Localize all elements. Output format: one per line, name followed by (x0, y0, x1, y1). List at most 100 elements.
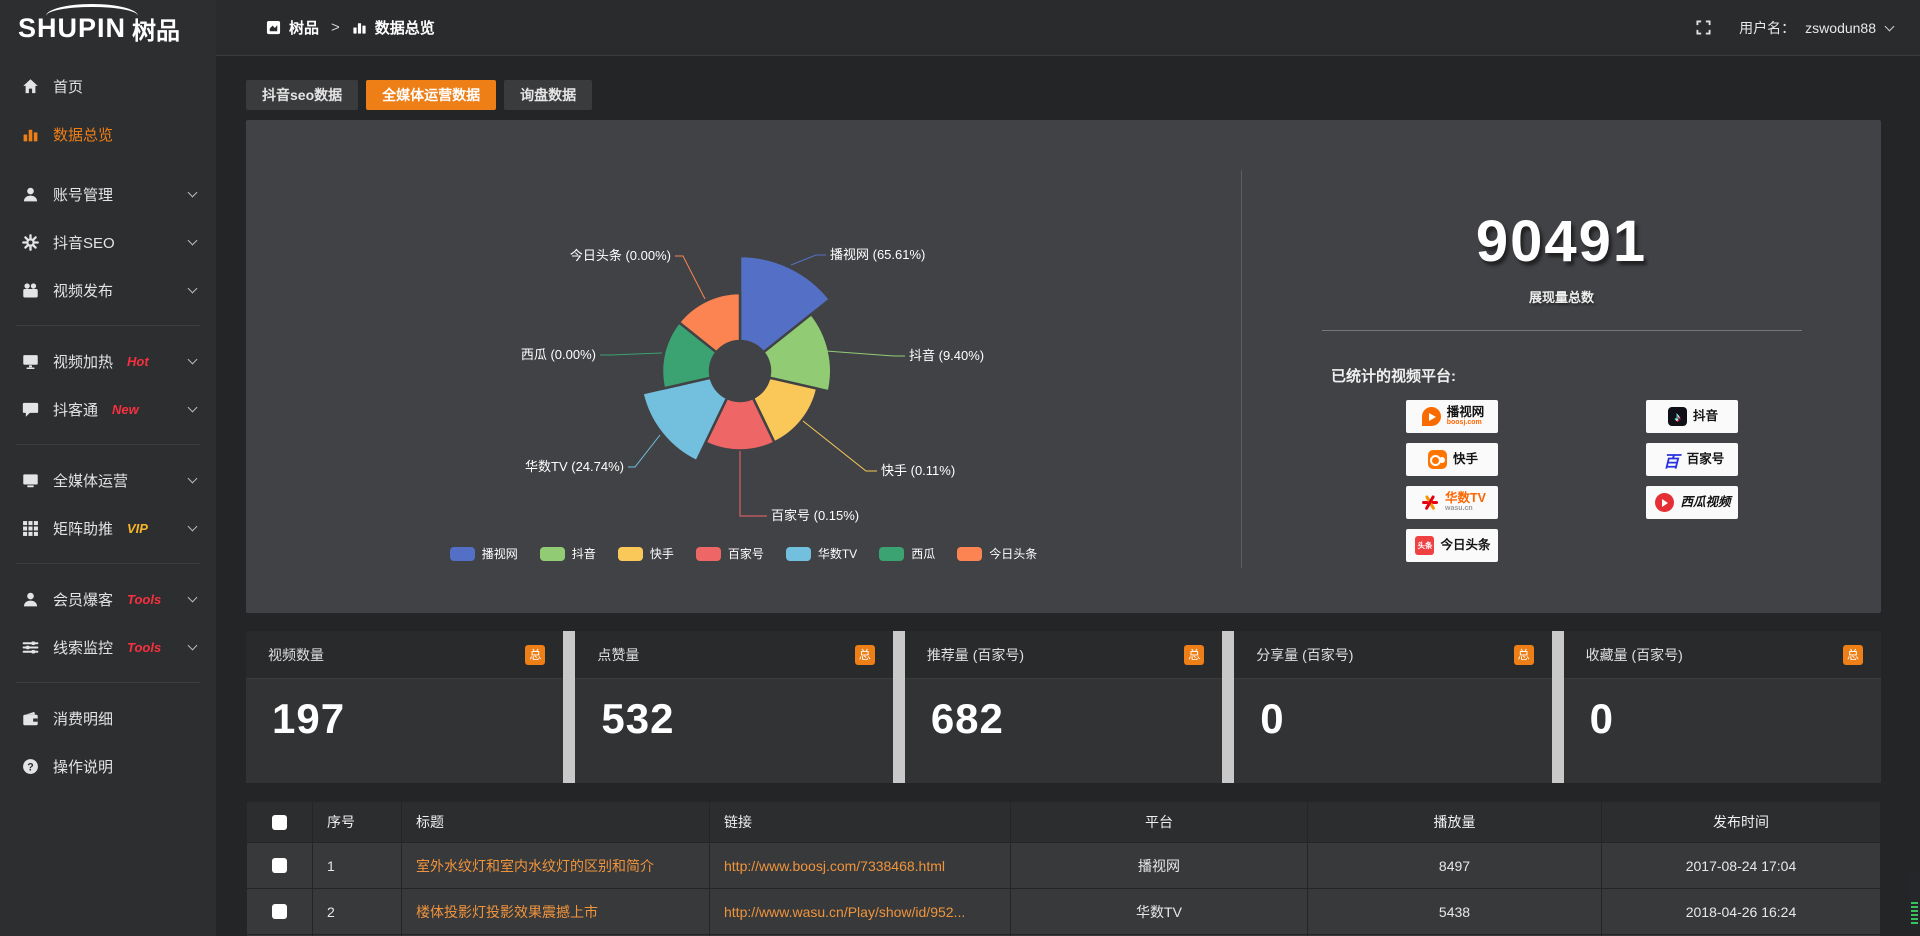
top-header: 树品 > 数据总览 用户名： zswodun88 (216, 0, 1920, 56)
platform-cell: 播视网 (1011, 843, 1308, 889)
total-badge[interactable]: 总 (1184, 645, 1204, 665)
sidebar-item-label: 消费明细 (53, 708, 113, 729)
legend-label: 西瓜 (911, 545, 935, 562)
chevron-down-icon (188, 354, 198, 364)
floating-widget[interactable] (1909, 873, 1920, 928)
stat-card: 分享量 (百家号) 总 0 (1234, 631, 1551, 783)
legend-item-华数TV[interactable]: 华数TV (786, 545, 857, 562)
wasu-logo-icon (1418, 491, 1441, 514)
legend-swatch (879, 547, 904, 561)
platform-subtext: wasu.cn (1445, 505, 1473, 512)
total-badge[interactable]: 总 (1843, 645, 1863, 665)
pie-label: 快手 (0.11%) (881, 463, 955, 478)
sidebar-item-label: 视频发布 (53, 280, 113, 301)
help-icon (22, 758, 39, 775)
sidebar-divider (16, 563, 200, 564)
sidebar-item-monitor[interactable]: 全媒体运营 (0, 456, 216, 504)
legend-item-西瓜[interactable]: 西瓜 (879, 545, 935, 562)
tab[interactable]: 抖音seo数据 (246, 80, 358, 110)
legend-item-百家号[interactable]: 百家号 (696, 545, 764, 562)
pie-label-line (600, 353, 662, 355)
legend-item-今日头条[interactable]: 今日头条 (957, 545, 1037, 562)
ks-logo-icon (1426, 448, 1449, 471)
stat-card-header: 推荐量 (百家号) 总 (905, 631, 1222, 679)
sidebar-item-label: 矩阵助推 (53, 518, 113, 539)
select-all-cell (247, 802, 313, 843)
row-checkbox[interactable] (272, 858, 287, 873)
stat-card-header: 收藏量 (百家号) 总 (1564, 631, 1881, 679)
pie-slice-华数TV[interactable] (642, 378, 727, 461)
chevron-down-icon[interactable] (1885, 21, 1895, 31)
sidebar-item-video[interactable]: 视频发布 (0, 266, 216, 314)
sidebar-item-user[interactable]: 会员爆客 Tools (0, 575, 216, 623)
tab[interactable]: 全媒体运营数据 (366, 80, 496, 110)
legend-label: 播视网 (482, 545, 518, 562)
user-icon (22, 186, 39, 203)
sidebar-item-help[interactable]: 操作说明 (0, 742, 216, 790)
legend-swatch (696, 547, 721, 561)
pie-label: 华数TV (24.74%) (525, 459, 624, 474)
legend-label: 百家号 (728, 545, 764, 562)
app-icon (266, 20, 281, 35)
total-badge[interactable]: 总 (525, 645, 545, 665)
column-header: 标题 (402, 802, 710, 843)
legend-item-播视网[interactable]: 播视网 (450, 545, 518, 562)
legend-item-快手[interactable]: 快手 (618, 545, 674, 562)
home-icon (22, 78, 39, 95)
sidebar-item-label: 抖客通 (53, 399, 98, 420)
sidebar-item-label: 线索监控 (53, 637, 113, 658)
tab[interactable]: 询盘数据 (504, 80, 592, 110)
legend-label: 快手 (650, 545, 674, 562)
stat-card-value: 682 (905, 679, 1222, 743)
logo-text-en: SHUPIN (18, 13, 126, 44)
chevron-down-icon (188, 592, 198, 602)
chevron-down-icon (188, 402, 198, 412)
pie-label: 百家号 (0.15%) (771, 508, 859, 523)
pie-label: 西瓜 (0.00%) (521, 347, 596, 362)
breadcrumb-current[interactable]: 数据总览 (375, 17, 435, 38)
total-badge[interactable]: 总 (855, 645, 875, 665)
fullscreen-icon[interactable] (1696, 20, 1711, 35)
stat-card-label: 推荐量 (百家号) (927, 645, 1024, 665)
username-value[interactable]: zswodun88 (1805, 20, 1876, 36)
sidebar-item-chart[interactable]: 数据总览 (0, 110, 216, 158)
sidebar-item-grid[interactable]: 矩阵助推 VIP (0, 504, 216, 552)
legend-swatch (450, 547, 475, 561)
logo-text-cn: 树品 (132, 11, 180, 46)
column-header: 播放量 (1308, 802, 1602, 843)
video-icon (22, 282, 39, 299)
xg-logo-icon (1653, 491, 1676, 514)
stat-card-header: 分享量 (百家号) 总 (1234, 631, 1551, 679)
platform-subtext: boosj.com (1447, 419, 1482, 426)
stat-card-header: 视频数量 总 (246, 631, 563, 679)
breadcrumb: 树品 > 数据总览 (266, 17, 435, 38)
chart-icon (22, 126, 39, 143)
sidebar-item-gear[interactable]: 抖音SEO (0, 218, 216, 266)
legend-item-抖音[interactable]: 抖音 (540, 545, 596, 562)
video-url-link[interactable]: http://www.wasu.cn/Play/show/id/952... (710, 889, 1011, 935)
pie-label-line (740, 451, 767, 516)
video-title-link[interactable]: 楼体投影灯投影效果震撼上市 (402, 889, 710, 935)
video-title-link[interactable]: 室外水纹灯和室内水纹灯的区别和简介 (402, 843, 710, 889)
chevron-down-icon (188, 283, 198, 293)
app-logo[interactable]: SHUPIN 树品 (0, 0, 216, 56)
platform-name: 快手 (1453, 453, 1478, 466)
sidebar-item-screen[interactable]: 视频加热 Hot (0, 337, 216, 385)
sidebar-item-chat[interactable]: 抖客通 New (0, 385, 216, 433)
breadcrumb-root[interactable]: 树品 (289, 17, 319, 38)
stat-card-header: 点赞量 总 (575, 631, 892, 679)
chart-legend: 播视网 抖音 快手 百家号 华数TV 西瓜 今日头条 (246, 545, 1241, 562)
chat-icon (22, 401, 39, 418)
data-tabs: 抖音seo数据全媒体运营数据询盘数据 (246, 80, 1881, 110)
pie-label-line (803, 421, 877, 471)
row-checkbox[interactable] (272, 904, 287, 919)
total-badge[interactable]: 总 (1514, 645, 1534, 665)
select-all-checkbox[interactable] (272, 815, 287, 830)
sidebar-item-wallet[interactable]: 消费明细 (0, 694, 216, 742)
sidebar-item-home[interactable]: 首页 (0, 62, 216, 110)
sidebar-item-sliders[interactable]: 线索监控 Tools (0, 623, 216, 671)
video-url-link[interactable]: http://www.boosj.com/7338468.html (710, 843, 1011, 889)
header-right: 用户名： zswodun88 (1696, 18, 1893, 38)
tt-logo-icon: 头条 (1413, 534, 1436, 557)
sidebar-item-user[interactable]: 账号管理 (0, 170, 216, 218)
